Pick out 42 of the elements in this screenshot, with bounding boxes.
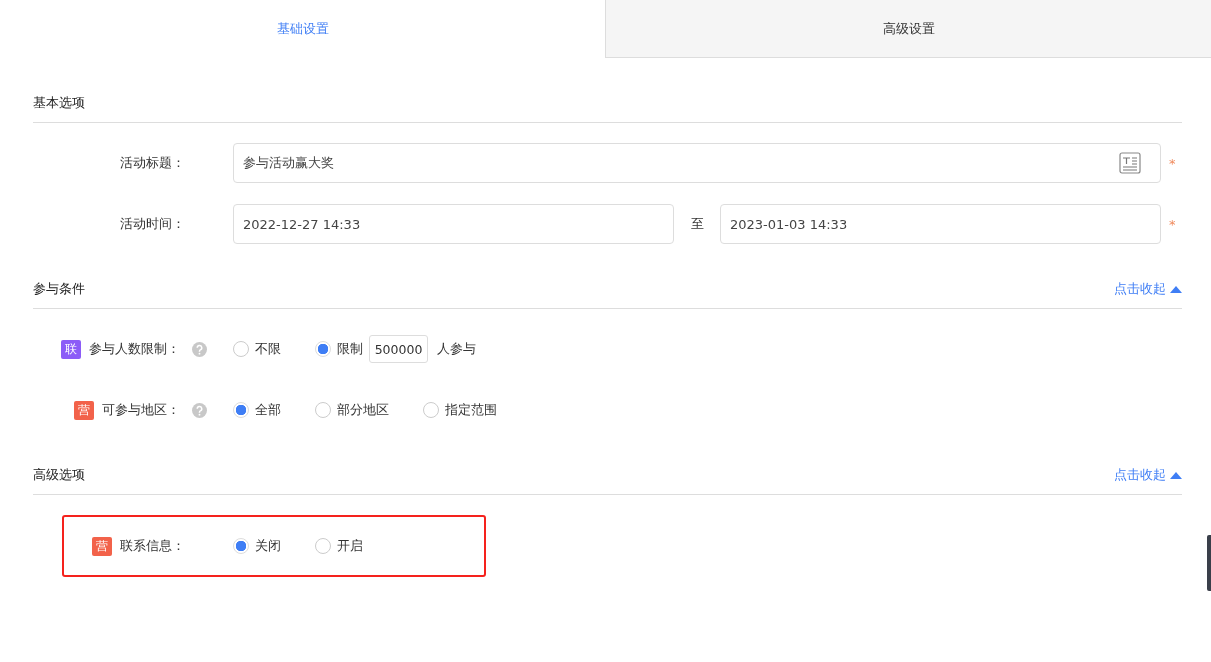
radio-icon[interactable] [315,341,331,357]
help-icon[interactable] [192,402,207,418]
radio-icon[interactable] [315,538,331,554]
radio-option[interactable]: 开启 [315,537,363,555]
start-time-input[interactable]: 2022-12-27 14:33 [233,204,674,244]
field-label: 活动标题： [120,154,185,172]
tag-badge: 营 [74,400,94,420]
tag-badge: 营 [92,536,112,556]
field-label: 活动时间： [120,215,185,233]
radio-icon[interactable] [423,402,439,418]
required-mark: * [1169,216,1176,232]
radio-option[interactable]: 限制 [315,340,363,358]
caret-icon [1170,471,1182,479]
limit-input[interactable]: 500000 [369,335,428,363]
unit-text: 人参与 [437,340,476,358]
tab[interactable]: 高级设置 [605,0,1211,58]
range-separator: 至 [689,215,705,233]
radio-icon[interactable] [233,538,249,554]
radio-option[interactable]: 全部 [233,401,281,419]
section-title: 基本选项 [33,94,85,112]
field-label: 联系信息： [120,537,185,555]
end-time-input[interactable]: 2023-01-03 14:33 [720,204,1161,244]
radio-option[interactable]: 关闭 [233,537,281,555]
radio-option[interactable]: 指定范围 [423,401,497,419]
text-format-icon[interactable] [1119,152,1141,174]
title-input[interactable]: 参与活动赢大奖 [233,143,1161,183]
field-label: 参与人数限制： [89,340,180,358]
radio-icon[interactable] [315,402,331,418]
radio-option[interactable]: 部分地区 [315,401,389,419]
field-label: 可参与地区： [102,401,180,419]
radio-icon[interactable] [233,341,249,357]
section-title: 高级选项 [33,466,85,484]
radio-icon[interactable] [233,402,249,418]
help-icon[interactable] [192,341,207,357]
caret-icon [1170,285,1182,293]
collapse-link[interactable]: 点击收起 [1114,466,1182,484]
collapse-link[interactable]: 点击收起 [1114,280,1182,298]
scrollbar-thumb[interactable] [1207,535,1211,591]
radio-option[interactable]: 不限 [233,340,281,358]
tag-badge: 联 [61,339,81,359]
required-mark: * [1169,155,1176,171]
section-title: 参与条件 [33,280,85,298]
